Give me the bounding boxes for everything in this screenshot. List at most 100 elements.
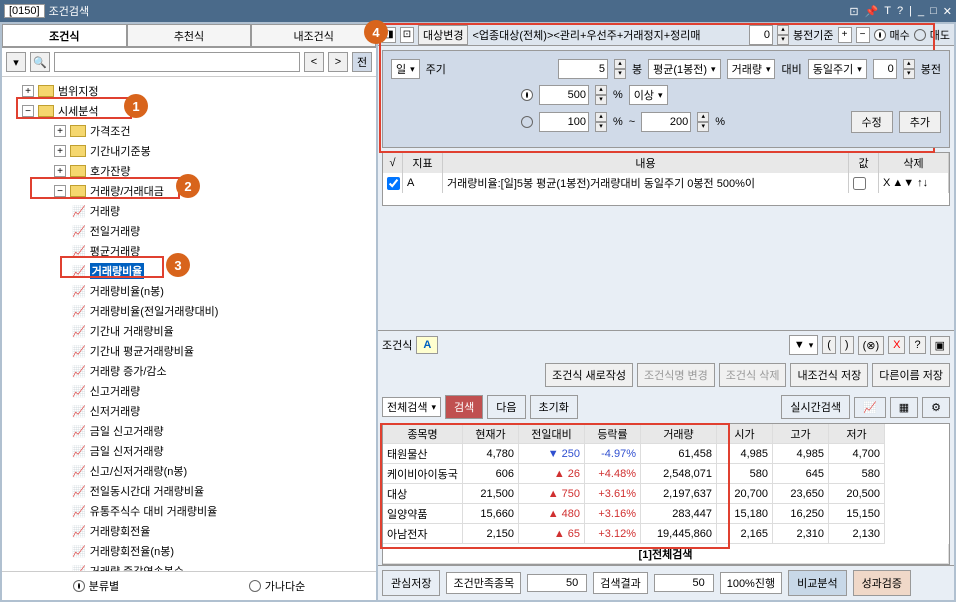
tree-item-period-vol-ratio[interactable]: 📈기간내 거래량비율 <box>2 321 376 341</box>
help-icon[interactable]: ? <box>897 5 903 18</box>
tree-item-vol-updown[interactable]: 📈거래량 증가/감소 <box>2 361 376 381</box>
value3-input[interactable] <box>641 112 691 132</box>
rename-button[interactable]: 조건식명 변경 <box>637 363 715 387</box>
maximize-icon[interactable]: □ <box>930 5 937 18</box>
paren-check[interactable]: (⊗) <box>858 336 885 355</box>
tree-cat-price-analysis[interactable]: −시세분석 <box>2 101 376 121</box>
value1-spinner[interactable]: ▴▾ <box>595 85 607 105</box>
tree-item-vol-streak[interactable]: 📈거래량 증감연속봉수 <box>2 561 376 571</box>
settings-icon[interactable]: ⚙ <box>922 397 950 418</box>
next-button[interactable]: > <box>328 52 348 72</box>
chart-icon[interactable]: 📈 <box>854 397 886 418</box>
tree-item-turnover[interactable]: 📈거래량회전율 <box>2 521 376 541</box>
minus-button[interactable]: − <box>856 27 870 43</box>
tab-recommend[interactable]: 추천식 <box>127 24 252 47</box>
tree-item-new-high-vol[interactable]: 📈신고거래량 <box>2 381 376 401</box>
tree-item-today-high-vol[interactable]: 📈금일 신고거래량 <box>2 421 376 441</box>
comparison-select[interactable]: 이상 <box>629 85 668 105</box>
result-tab-label[interactable]: [1]전체검색 <box>383 544 949 564</box>
history-dropdown[interactable]: ▾ <box>6 52 26 72</box>
result-row[interactable]: 태원물산4,780▼ 250-4.97%61,4584,9854,9854,70… <box>383 444 949 464</box>
expr-dropdown[interactable]: ▼ <box>789 335 818 355</box>
tree-item-turnover-n[interactable]: 📈거래량회전율(n봉) <box>2 541 376 561</box>
search-input[interactable] <box>54 52 300 72</box>
same-cycle-select[interactable]: 동일주기 <box>808 59 867 79</box>
radio-by-name[interactable]: 가나다순 <box>249 578 305 594</box>
indicator-checkbox[interactable] <box>387 177 400 190</box>
offset-spinner[interactable]: ▴▾ <box>903 59 915 79</box>
paren-open[interactable]: ( <box>822 336 836 354</box>
new-button[interactable]: 조건식 새로작성 <box>545 363 633 387</box>
add-button[interactable]: 추가 <box>899 111 941 133</box>
expr-x[interactable]: X <box>888 336 905 354</box>
search-button[interactable]: 검색 <box>445 395 483 419</box>
bong-offset-spinner[interactable]: ▴▾ <box>777 25 789 45</box>
radio-buy[interactable]: 매수 <box>874 27 910 43</box>
tab-condition[interactable]: 조건식 <box>2 24 127 47</box>
value-checkbox[interactable] <box>853 177 866 190</box>
tree-item-float-vol-ratio[interactable]: 📈유통주식수 대비 거래량비율 <box>2 501 376 521</box>
cycle-spinner[interactable]: ▴▾ <box>614 59 626 79</box>
search-icon[interactable]: 🔍 <box>30 52 50 72</box>
result-row[interactable]: 아남전자2,150▲ 65+3.12%19,445,8602,1652,3102… <box>383 524 949 544</box>
vol-select[interactable]: 거래량 <box>727 59 776 79</box>
value3-spinner[interactable]: ▴▾ <box>697 112 709 132</box>
minimize-icon[interactable]: _ <box>918 5 924 18</box>
value1-input[interactable] <box>539 85 589 105</box>
all-button[interactable]: 전 <box>352 52 372 72</box>
radio-range[interactable] <box>521 116 533 128</box>
radio-single[interactable] <box>521 89 533 101</box>
result-row[interactable]: 대상21,500▲ 750+3.61%2,197,63720,70023,650… <box>383 484 949 504</box>
realtime-button[interactable]: 실시간검색 <box>781 395 850 419</box>
target-change-button[interactable]: 대상변경 <box>418 25 468 45</box>
move-arrows[interactable]: ▲▼ ↑↓ <box>892 177 928 189</box>
paren-close[interactable]: ) <box>840 336 854 354</box>
compare-button[interactable]: 비교분석 <box>788 570 846 596</box>
tree-item-vol-ratio-n[interactable]: 📈거래량비율(n봉) <box>2 281 376 301</box>
toggle-2[interactable]: ⊡ <box>400 27 414 43</box>
tree-item-prev-vol[interactable]: 📈전일거래량 <box>2 221 376 241</box>
radio-sell[interactable]: 매도 <box>914 27 950 43</box>
expression-a[interactable]: A <box>416 336 438 354</box>
window-btn-1[interactable]: ⊡ <box>849 5 858 18</box>
layout-icon[interactable]: ▦ <box>890 397 918 418</box>
result-row[interactable]: 케이비아이동국606▲ 26+4.48%2,548,071580645580 <box>383 464 949 484</box>
tree-item-sametime-vol[interactable]: 📈전일동시간대 거래량비율 <box>2 481 376 501</box>
plus-button[interactable]: + <box>838 27 852 43</box>
result-row[interactable]: 일양약품15,660▲ 480+3.16%283,44715,18016,250… <box>383 504 949 524</box>
value2-input[interactable] <box>539 112 589 132</box>
save-as-button[interactable]: 다른이름 저장 <box>872 363 950 387</box>
offset-input[interactable] <box>873 59 897 79</box>
tree-item-avg-vol[interactable]: 📈평균거래량 <box>2 241 376 261</box>
cycle-input[interactable] <box>558 59 608 79</box>
tab-my[interactable]: 내조건식 <box>251 24 376 47</box>
pin-icon[interactable]: 📌 <box>865 5 879 18</box>
tree-item-new-low-vol[interactable]: 📈신저거래량 <box>2 401 376 421</box>
tree-cat-range[interactable]: +범위지정 <box>2 81 376 101</box>
tree-sub-price[interactable]: +가격조건 <box>2 121 376 141</box>
edit-button[interactable]: 수정 <box>851 111 893 133</box>
period-select[interactable]: 일 <box>391 59 420 79</box>
expr-expand[interactable]: ▣ <box>930 336 950 355</box>
delete-button[interactable]: 조건식 삭제 <box>719 363 787 387</box>
value2-spinner[interactable]: ▴▾ <box>595 112 607 132</box>
avg-select[interactable]: 평균(1봉전) <box>648 59 720 79</box>
tree-sub-period-bong[interactable]: +기간내기준봉 <box>2 141 376 161</box>
tree-item-period-avg-vol-ratio[interactable]: 📈기간내 평균거래량비율 <box>2 341 376 361</box>
text-icon[interactable]: T <box>884 5 891 18</box>
close-icon[interactable]: ✕ <box>943 5 952 18</box>
performance-button[interactable]: 성과검증 <box>853 570 911 596</box>
expr-help[interactable]: ? <box>909 336 925 354</box>
save-watchlist-button[interactable]: 관심저장 <box>382 570 440 596</box>
tree-item-vol[interactable]: 📈거래량 <box>2 201 376 221</box>
delete-x[interactable]: X <box>883 177 890 189</box>
tree-item-today-low-vol[interactable]: 📈금일 신저거래량 <box>2 441 376 461</box>
save-my-button[interactable]: 내조건식 저장 <box>790 363 868 387</box>
tree-item-highlow-vol-n[interactable]: 📈신고/신저거래량(n봉) <box>2 461 376 481</box>
radio-by-category[interactable]: 분류별 <box>73 578 119 594</box>
prev-button[interactable]: < <box>304 52 324 72</box>
next-page-button[interactable]: 다음 <box>487 395 525 419</box>
bong-offset-input[interactable] <box>749 25 773 45</box>
search-scope-select[interactable]: 전체검색 <box>382 397 441 417</box>
reset-button[interactable]: 초기화 <box>530 395 578 419</box>
